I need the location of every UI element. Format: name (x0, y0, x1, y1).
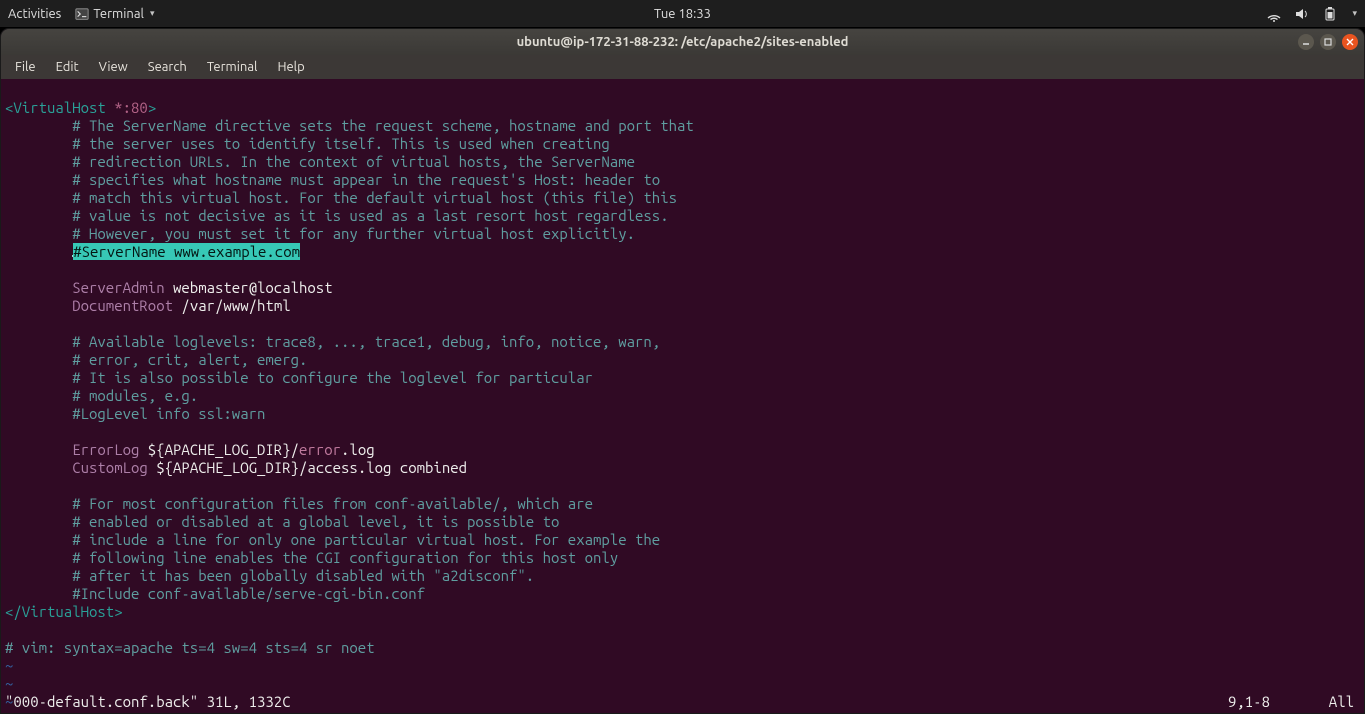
serveradmin-kw: ServerAdmin (72, 279, 164, 296)
comment-line: # the server uses to identify itself. Th… (5, 135, 610, 152)
comment-line: # The ServerName directive sets the requ… (5, 117, 694, 134)
customlog-kw: CustomLog (72, 459, 148, 476)
comment-line: # value is not decisive as it is used as… (5, 207, 669, 224)
vim-status-pos: 9,1-8 (1228, 693, 1270, 711)
vim-statusline: "000-default.conf.back" 31L, 1332C 9,1-8… (5, 693, 1360, 711)
comment-line: # vim: syntax=apache ts=4 sw=4 sts=4 sr … (5, 639, 375, 656)
vim-tilde: ~ (5, 675, 13, 692)
vim-status-file: "000-default.conf.back" 31L, 1332C (5, 693, 1228, 711)
comment-line: # specifies what hostname must appear in… (5, 171, 660, 188)
documentroot-kw: DocumentRoot (72, 297, 173, 314)
errorlog-v1: ${APACHE_LOG_DIR}/ (139, 441, 299, 458)
volume-icon[interactable] (1294, 6, 1310, 22)
vhost-open-close: > (148, 99, 156, 116)
comment-line: # modules, e.g. (5, 387, 198, 404)
gnome-topbar: Activities Terminal ▾ Tue 18:33 ▾ (0, 0, 1365, 27)
menu-file[interactable]: File (5, 58, 46, 76)
comment-line: # However, you must set it for any furth… (5, 225, 635, 242)
errorlog-v3: .log (341, 441, 375, 458)
comment-line: # match this virtual host. For the defau… (5, 189, 677, 206)
comment-line: # Available loglevels: trace8, ..., trac… (5, 333, 660, 350)
vhost-close-tag: </VirtualHost> (5, 603, 123, 620)
chevron-down-icon: ▾ (150, 8, 155, 19)
window-titlebar[interactable]: ubuntu@ip-172-31-88-232: /etc/apache2/si… (1, 29, 1364, 55)
vim-status-pct: All (1270, 693, 1360, 711)
battery-icon[interactable] (1322, 6, 1338, 22)
activities-button[interactable]: Activities (8, 7, 61, 21)
terminal-body[interactable]: <VirtualHost *:80> # The ServerName dire… (1, 79, 1364, 713)
system-menu-chevron-icon[interactable]: ▾ (1352, 8, 1357, 19)
vhost-open-tag: <VirtualHost (5, 99, 106, 116)
terminal-window: ubuntu@ip-172-31-88-232: /etc/apache2/si… (1, 29, 1364, 713)
appmenu-label: Terminal (93, 7, 144, 21)
comment-line: #Include conf-available/serve-cgi-bin.co… (5, 585, 425, 602)
sel-indent (5, 243, 72, 260)
network-icon[interactable] (1266, 6, 1282, 22)
window-maximize-button[interactable] (1320, 34, 1336, 50)
customlog-val: ${APACHE_LOG_DIR}/access.log combined (148, 459, 467, 476)
clock-label[interactable]: Tue 18:33 (654, 7, 711, 21)
comment-line: # For most configuration files from conf… (5, 495, 593, 512)
activities-label: Activities (8, 7, 61, 21)
menu-edit[interactable]: Edit (46, 58, 89, 76)
appmenu-button[interactable]: Terminal ▾ (75, 7, 154, 21)
comment-line: # include a line for only one particular… (5, 531, 660, 548)
terminal-menubar: File Edit View Search Terminal Help (1, 55, 1364, 79)
vim-tilde: ~ (5, 657, 13, 674)
errorlog-err: error (299, 441, 341, 458)
servername-selection: #ServerName www.example.com (73, 243, 300, 260)
comment-line: # error, crit, alert, emerg. (5, 351, 307, 368)
serveradmin-val: webmaster@localhost (165, 279, 333, 296)
comment-line: # redirection URLs. In the context of vi… (5, 153, 635, 170)
documentroot-val: /var/www/html (173, 297, 291, 314)
window-minimize-button[interactable] (1298, 34, 1314, 50)
menu-help[interactable]: Help (267, 58, 314, 76)
terminal-icon (75, 7, 89, 21)
menu-terminal[interactable]: Terminal (197, 58, 268, 76)
comment-line: # enabled or disabled at a global level,… (5, 513, 559, 530)
comment-line: # following line enables the CGI configu… (5, 549, 618, 566)
errorlog-kw: ErrorLog (72, 441, 139, 458)
comment-line: # after it has been globally disabled wi… (5, 567, 534, 584)
vhost-arg: *:80 (114, 99, 148, 116)
window-title: ubuntu@ip-172-31-88-232: /etc/apache2/si… (517, 35, 849, 49)
menu-view[interactable]: View (89, 58, 138, 76)
comment-line: # It is also possible to configure the l… (5, 369, 593, 386)
comment-line: #LogLevel info ssl:warn (5, 405, 265, 422)
menu-search[interactable]: Search (138, 58, 197, 76)
window-close-button[interactable] (1342, 34, 1358, 50)
